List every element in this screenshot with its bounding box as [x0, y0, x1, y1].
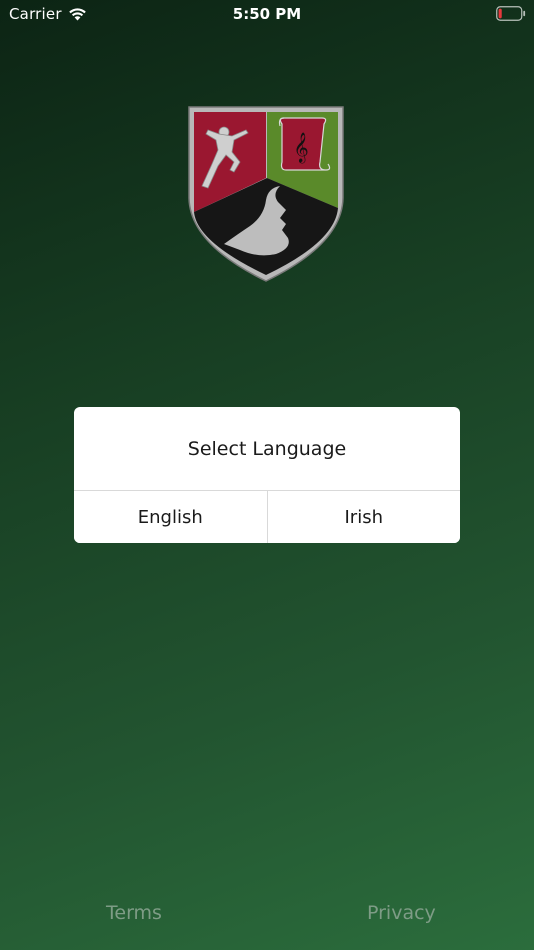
battery-level-fill — [498, 8, 502, 19]
status-bar: Carrier 5:50 PM — [0, 0, 534, 28]
irish-button[interactable]: Irish — [266, 491, 460, 543]
terms-link[interactable]: Terms — [106, 902, 162, 924]
privacy-link[interactable]: Privacy — [367, 902, 436, 924]
school-crest-icon: 𝄞 — [188, 106, 344, 282]
language-dialog: Select Language English Irish — [74, 407, 460, 543]
status-time: 5:50 PM — [232, 5, 302, 23]
english-button[interactable]: English — [74, 491, 267, 543]
dialog-button-row: English Irish — [74, 491, 460, 543]
svg-text:𝄞: 𝄞 — [293, 132, 308, 164]
battery-icon — [496, 6, 526, 21]
dialog-title: Select Language — [74, 407, 460, 491]
